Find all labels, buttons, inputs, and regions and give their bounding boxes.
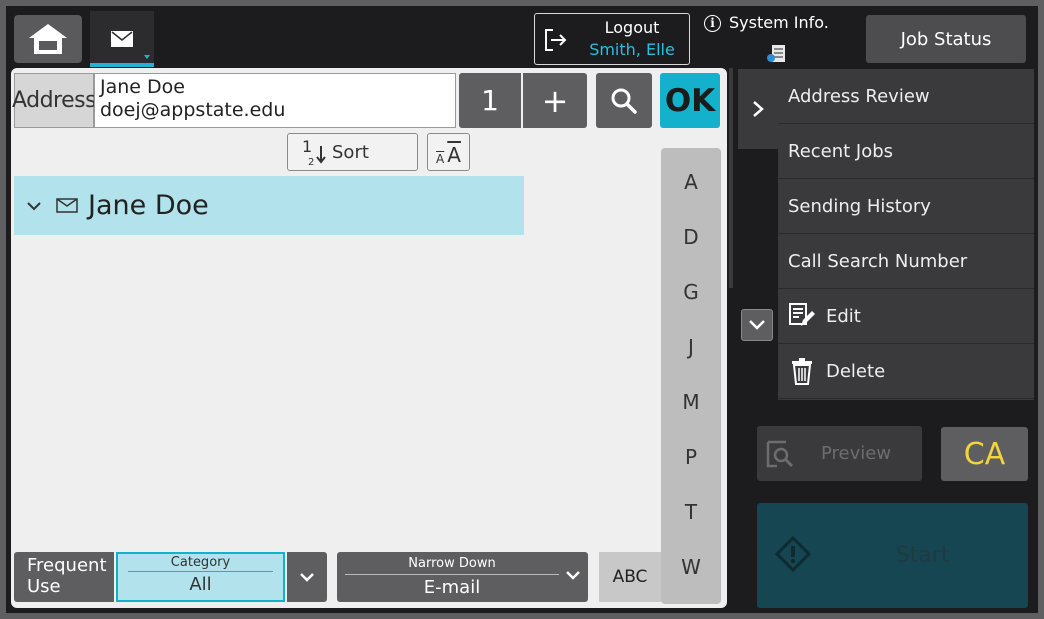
address-label: Address <box>12 73 97 128</box>
menu-item-label: Sending History <box>788 195 931 217</box>
address-book-panel: Address Jane Doe doej@appstate.edu 1 + O… <box>11 68 727 608</box>
menu-item-address-review[interactable]: Address Review <box>778 69 1034 124</box>
frequent-use-button[interactable]: Frequent Use <box>14 552 114 602</box>
info-icon: i <box>704 15 721 32</box>
sort-digit-bottom: 2 <box>308 157 314 167</box>
category-title: Category <box>170 555 231 570</box>
tab-menu-arrow-icon <box>144 55 150 59</box>
ok-button[interactable]: OK <box>660 73 720 128</box>
logged-in-user: Smith, Elle <box>589 40 675 59</box>
menu-item-edit[interactable]: Edit <box>778 289 1034 344</box>
contact-name: Jane Doe <box>88 190 209 221</box>
abc-index-button[interactable]: ABC <box>599 552 661 602</box>
system-info-button[interactable]: i System Info. <box>704 12 832 62</box>
scroll-down-button[interactable] <box>741 309 773 341</box>
address-name: Jane Doe <box>100 76 185 98</box>
font-small-glyph: A <box>436 152 445 166</box>
start-button[interactable]: Start <box>757 503 1028 608</box>
menu-item-delete[interactable]: Delete <box>778 344 1034 399</box>
sort-label: Sort <box>332 141 369 163</box>
address-count-button[interactable]: 1 <box>459 73 521 128</box>
edit-icon <box>788 302 816 330</box>
start-icon <box>775 536 811 572</box>
sort-button[interactable]: 1 2 Sort <box>287 133 418 171</box>
category-selector[interactable]: Category All <box>116 552 285 602</box>
menu-item-label: Recent Jobs <box>788 140 894 162</box>
index-letter[interactable]: J <box>661 335 721 359</box>
menu-item-call-search-number[interactable]: Call Search Number <box>778 234 1034 289</box>
category-divider <box>128 571 273 572</box>
font-size-button[interactable]: A A <box>427 133 470 171</box>
envelope-icon <box>111 31 133 47</box>
font-large-glyph: A <box>447 143 461 167</box>
sort-digit-top: 1 <box>302 137 312 156</box>
chevron-right-icon <box>753 101 764 117</box>
index-letter[interactable]: T <box>661 500 721 524</box>
narrow-down-divider <box>345 574 559 575</box>
category-dropdown-button[interactable] <box>287 552 327 602</box>
index-letter[interactable]: G <box>661 280 721 304</box>
menu-item-label: Call Search Number <box>788 250 968 272</box>
chevron-down-icon <box>566 571 580 580</box>
index-letter[interactable]: W <box>661 555 721 579</box>
search-button[interactable] <box>596 73 652 128</box>
logout-label: Logout <box>604 18 660 37</box>
index-letter[interactable]: M <box>661 390 721 414</box>
envelope-icon <box>56 198 78 213</box>
index-letter[interactable]: P <box>661 445 721 469</box>
list-item[interactable]: Jane Doe <box>14 176 524 235</box>
device-status-icon <box>767 45 785 62</box>
add-address-button[interactable]: + <box>523 73 587 128</box>
frequent-use-line2: Use <box>27 576 61 597</box>
narrow-down-value: E-mail <box>423 577 481 598</box>
side-menu: Address Review Recent Jobs Sending Histo… <box>778 69 1034 400</box>
clear-all-button[interactable]: CA <box>941 427 1028 481</box>
menu-item-sending-history[interactable]: Sending History <box>778 179 1034 234</box>
job-status-button[interactable]: Job Status <box>866 15 1026 63</box>
logout-icon <box>545 29 567 51</box>
menu-item-recent-jobs[interactable]: Recent Jobs <box>778 124 1034 179</box>
logout-button[interactable]: Logout Smith, Elle <box>534 13 690 65</box>
narrow-down-selector[interactable]: Narrow Down E-mail <box>337 552 588 602</box>
email-mode-tab[interactable] <box>90 11 154 67</box>
chevron-down-icon <box>27 201 41 210</box>
address-email: doej@appstate.edu <box>100 99 286 121</box>
screen-frame: Logout Smith, Elle i System Info. Job St… <box>6 6 1038 613</box>
start-label: Start <box>895 543 950 568</box>
menu-item-label: Address Review <box>788 85 930 107</box>
home-button[interactable] <box>14 15 82 63</box>
preview-icon <box>766 440 794 467</box>
search-icon <box>611 88 637 114</box>
side-menu-toggle[interactable] <box>738 69 778 149</box>
preview-label: Preview <box>821 443 892 464</box>
home-icon <box>29 24 67 54</box>
panel-scroll-strip <box>729 68 733 288</box>
address-field[interactable]: Jane Doe doej@appstate.edu <box>94 73 456 128</box>
system-info-label: System Info. <box>729 13 829 32</box>
menu-item-label: Edit <box>826 305 861 327</box>
index-letter[interactable]: D <box>661 225 721 249</box>
alphabet-index-bar[interactable]: A D G J M P T W <box>661 148 721 604</box>
sort-icon: 1 2 <box>302 137 326 167</box>
category-value: All <box>189 574 212 595</box>
chevron-down-icon <box>300 573 314 582</box>
chevron-down-icon <box>749 320 765 330</box>
index-letter[interactable]: A <box>661 170 721 194</box>
narrow-down-title: Narrow Down <box>408 556 496 571</box>
frequent-use-line1: Frequent <box>27 555 107 576</box>
active-tab-indicator <box>90 63 154 67</box>
menu-item-label: Delete <box>826 360 886 382</box>
preview-button[interactable]: Preview <box>757 426 922 481</box>
trash-icon <box>788 357 816 385</box>
